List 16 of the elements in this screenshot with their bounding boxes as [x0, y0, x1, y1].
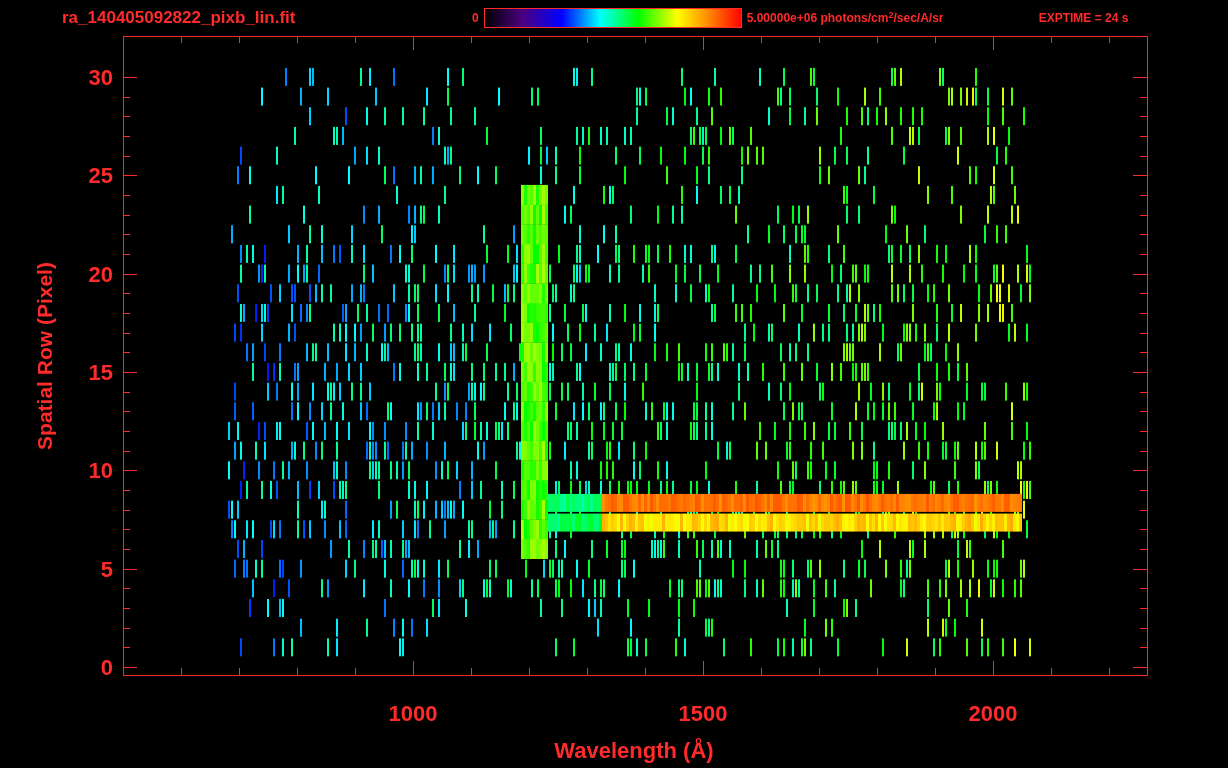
y-tick-label: 5: [100, 556, 113, 582]
y-axis-label: Spatial Row (Pixel): [33, 262, 56, 450]
y-tick-label: 10: [88, 458, 113, 484]
y-tick-label: 0: [100, 655, 113, 680]
x-tick-label: 1500: [678, 701, 728, 726]
x-tick-label: 1000: [388, 701, 438, 726]
y-tick-label: 15: [88, 359, 113, 385]
y-tick-label: 20: [88, 261, 113, 287]
file-title: ra_140405092822_pixb_lin.fit: [62, 7, 297, 30]
y-tick-label: 25: [88, 163, 113, 189]
y-tick-label: 30: [88, 64, 113, 90]
colorbar-min-label: 0: [472, 10, 479, 27]
colorbar-max-label: 5.00000e+06 photons/cm$^{2}$/sec/A/sr: [746, 9, 945, 27]
x-axis-label: Wavelength (Å): [554, 738, 714, 763]
x-tick-label: 2000: [968, 701, 1018, 726]
exposure-time-label: EXPTIME = 24 s: [1038, 10, 1129, 27]
